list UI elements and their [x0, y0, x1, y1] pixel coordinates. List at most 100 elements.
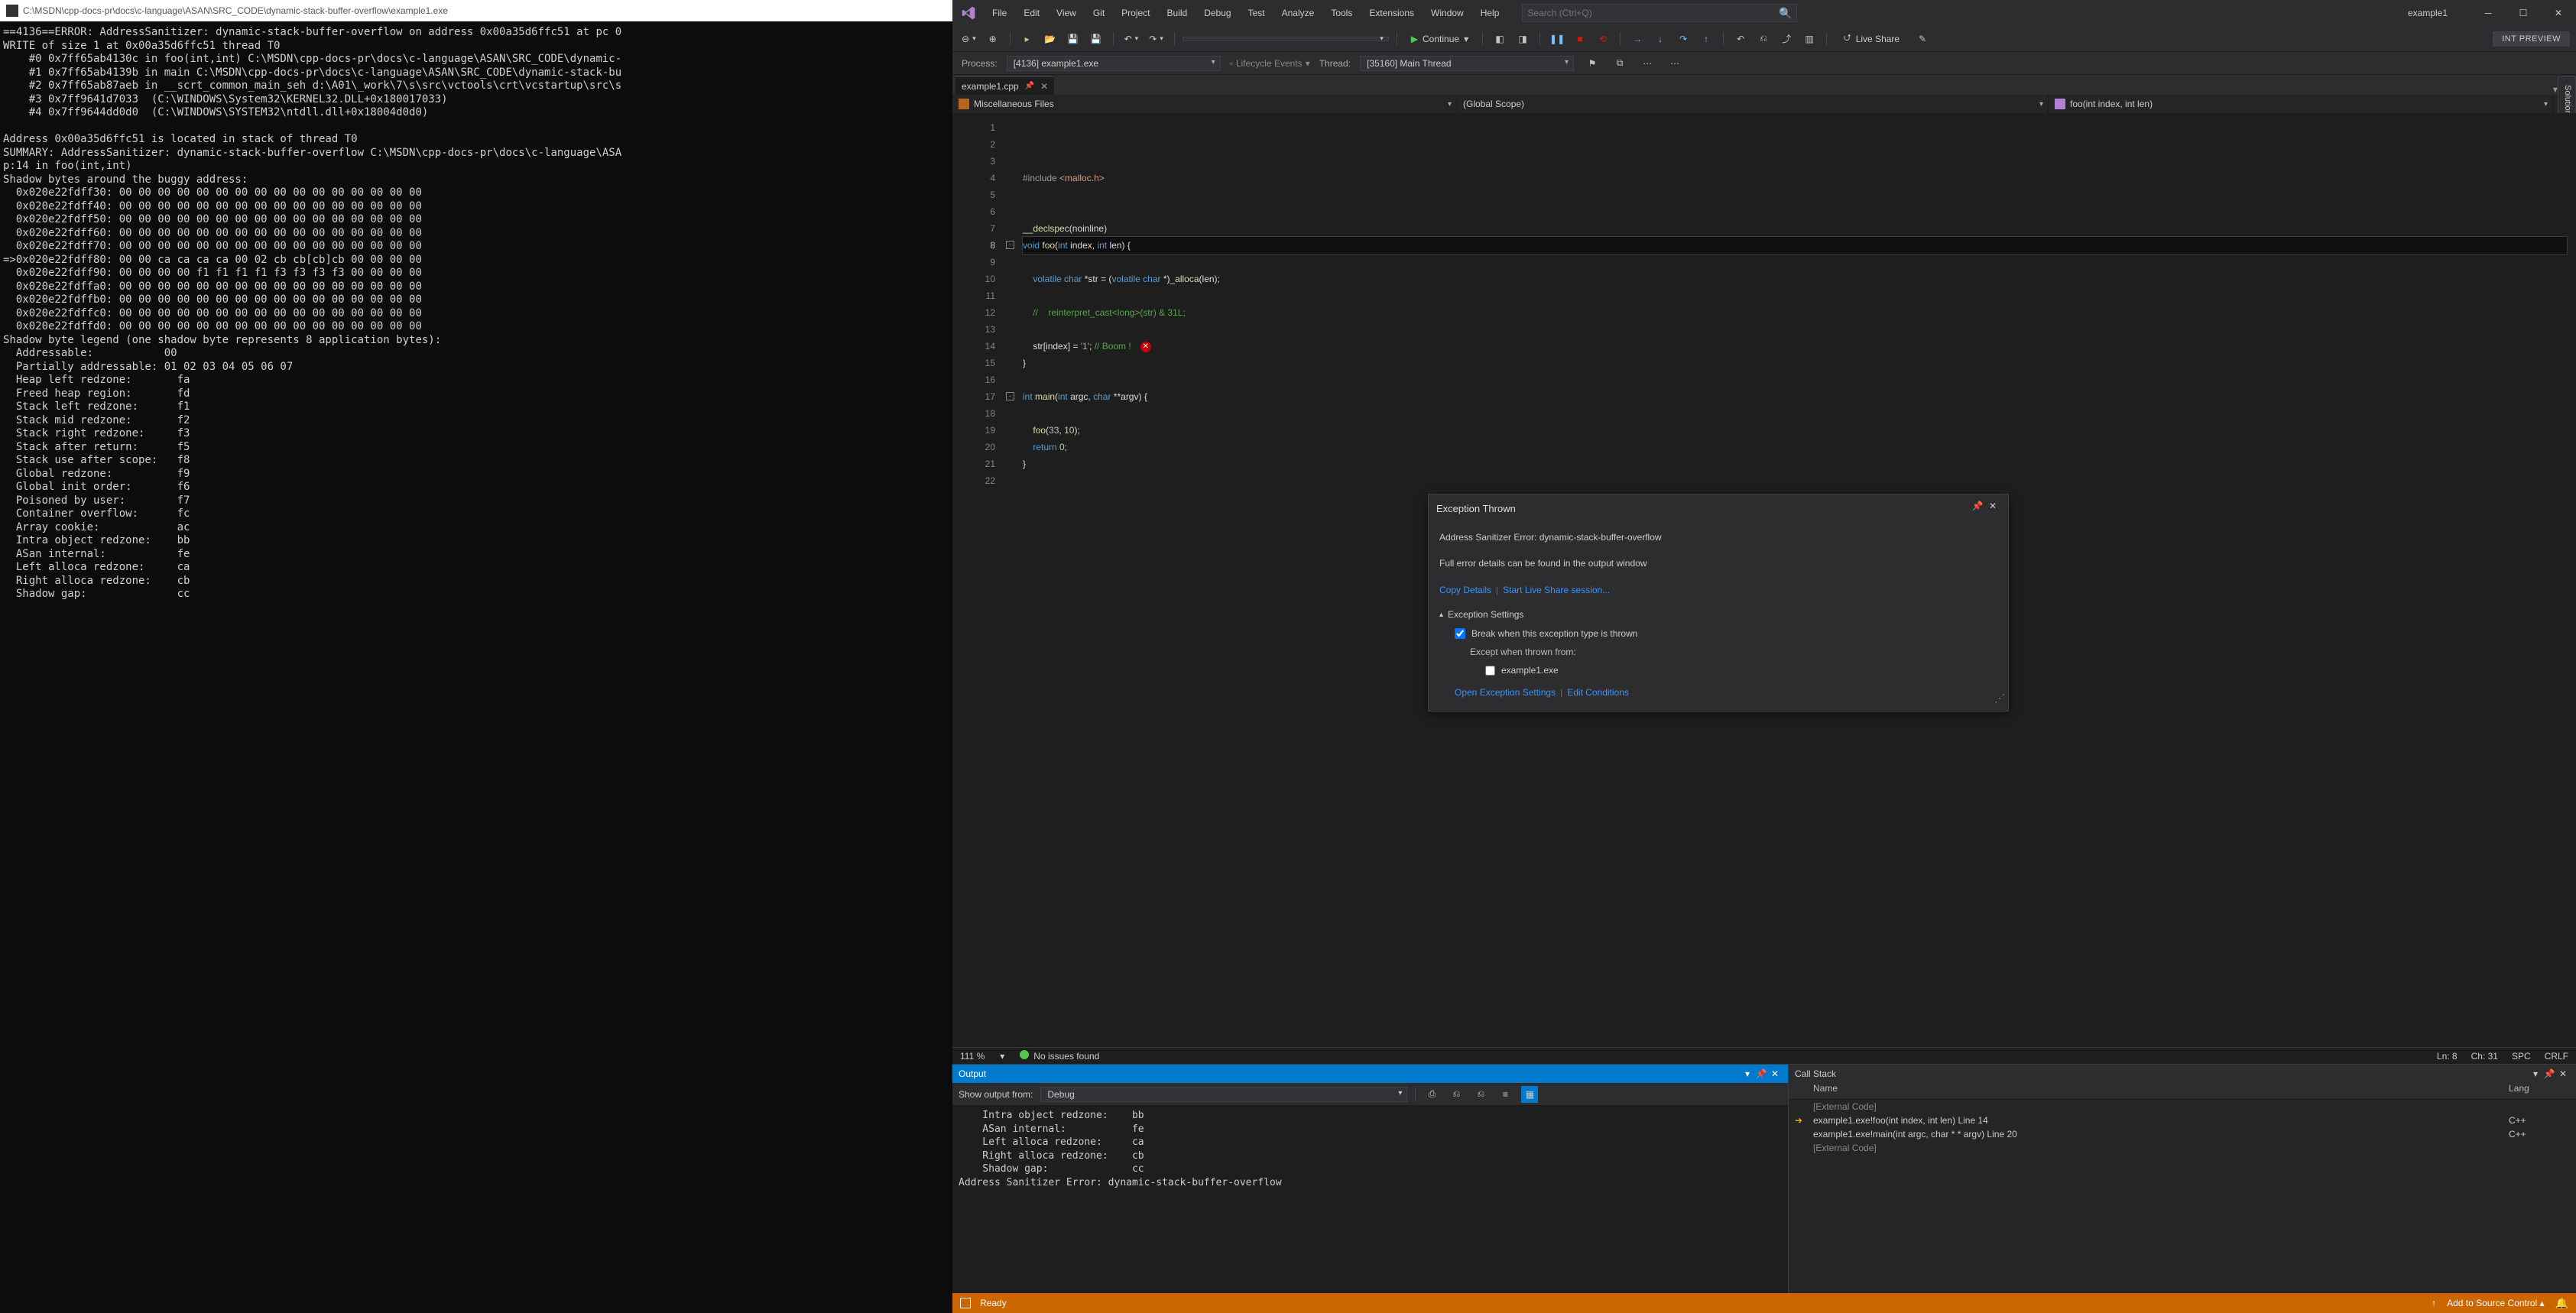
cs-col-name[interactable]: Name [1795, 1083, 2509, 1099]
console-title-bar[interactable]: C:\MSDN\cpp-docs-pr\docs\c-language\ASAN… [0, 0, 952, 21]
copy-details-link[interactable]: Copy Details [1439, 585, 1491, 595]
tb-icon-3[interactable]: ↶ [1731, 30, 1750, 48]
nav-forward-button[interactable]: ⊕ [984, 30, 1002, 48]
tb-icon-4[interactable]: ⎌ [1754, 30, 1773, 48]
maximize-button[interactable]: ☐ [2506, 1, 2541, 25]
menu-file[interactable]: File [985, 3, 1014, 23]
nav-scope-dropdown[interactable]: (Global Scope) [1457, 95, 2049, 113]
col-indicator[interactable]: Ch: 31 [2471, 1051, 2498, 1062]
output-dropdown-icon[interactable]: ▾ [1741, 1068, 1754, 1079]
process-dropdown[interactable]: [4136] example1.exe [1007, 56, 1221, 71]
menu-analyze[interactable]: Analyze [1274, 3, 1322, 23]
nav-back-dropdown[interactable]: ⊖▾ [959, 34, 979, 44]
pin-popup-icon[interactable]: 📌 [1970, 501, 1985, 516]
continue-button[interactable]: ▶ Continue ▾ [1405, 30, 1475, 48]
step-out-button[interactable]: ↑ [1697, 30, 1715, 48]
lifecycle-events-link[interactable]: ▫ Lifecycle Events ▾ [1230, 58, 1310, 69]
source-control-up-icon[interactable]: ↑ [2432, 1298, 2436, 1308]
menu-extensions[interactable]: Extensions [1361, 3, 1422, 23]
error-icon[interactable]: ✕ [1140, 342, 1151, 352]
undo-dropdown[interactable]: ↶▾ [1121, 34, 1142, 44]
output-body[interactable]: Intra object redzone: bb ASan internal: … [952, 1106, 1788, 1293]
output-header[interactable]: Output ▾ 📌 ✕ [952, 1065, 1788, 1083]
line-indicator[interactable]: Ln: 8 [2437, 1051, 2458, 1062]
redo-dropdown[interactable]: ↷▾ [1146, 34, 1166, 44]
menu-git[interactable]: Git [1085, 3, 1112, 23]
indent-indicator[interactable]: SPC [2512, 1051, 2531, 1062]
output-pin-icon[interactable]: 📌 [1754, 1068, 1768, 1079]
menu-window[interactable]: Window [1423, 3, 1471, 23]
stack-frame-button[interactable]: ⧉ [1611, 54, 1629, 73]
call-stack-row[interactable]: ➜example1.exe!foo(int index, int len) Li… [1789, 1114, 2576, 1127]
cs-close-icon[interactable]: ✕ [2556, 1068, 2570, 1079]
add-source-control-link[interactable]: Add to Source Control ▴ [2447, 1298, 2544, 1308]
flag-button[interactable]: ⚑ [1583, 54, 1601, 73]
menu-tools[interactable]: Tools [1323, 3, 1360, 23]
tb-icon-5[interactable]: ⤴ [1777, 30, 1796, 48]
thread-dropdown[interactable]: [35160] Main Thread [1360, 56, 1574, 71]
new-project-button[interactable]: ▸ [1018, 30, 1037, 48]
config-dropdown[interactable]: ▾ [1183, 37, 1389, 41]
out-icon-4[interactable]: ≡ [1497, 1086, 1513, 1103]
cs-pin-icon[interactable]: 📌 [2542, 1068, 2556, 1079]
feedback-button[interactable]: ✎ [1913, 30, 1932, 48]
fold-box-17[interactable]: - [1006, 392, 1014, 400]
call-stack-row[interactable]: example1.exe!main(int argc, char * * arg… [1789, 1127, 2576, 1141]
call-stack-header[interactable]: Call Stack ▾ 📌 ✕ [1789, 1065, 2576, 1083]
out-icon-3[interactable]: ⎌ [1472, 1086, 1489, 1103]
stop-button[interactable]: ■ [1571, 30, 1589, 48]
step-next-button[interactable]: → [1628, 30, 1646, 48]
edit-conditions-link[interactable]: Edit Conditions [1567, 687, 1629, 698]
menu-edit[interactable]: Edit [1016, 3, 1047, 23]
tb2-icon-2[interactable]: ⋯ [1666, 54, 1684, 73]
save-all-button[interactable]: 💾 [1087, 30, 1105, 48]
call-stack-body[interactable]: [External Code]➜example1.exe!foo(int ind… [1789, 1100, 2576, 1293]
cs-col-lang[interactable]: Lang [2509, 1083, 2570, 1099]
exception-popup-header[interactable]: Exception Thrown 📌 ✕ [1429, 494, 2008, 522]
zoom-level[interactable]: 111 % [960, 1051, 985, 1062]
menu-test[interactable]: Test [1241, 3, 1273, 23]
open-file-button[interactable]: 📂 [1041, 30, 1059, 48]
live-share-button[interactable]: ⮍ Live Share [1835, 31, 1909, 47]
notifications-icon[interactable]: 🔔 [2555, 1297, 2568, 1310]
nav-project-dropdown[interactable]: Miscellaneous Files [952, 95, 1457, 113]
search-box[interactable]: 🔍 [1522, 4, 1797, 22]
out-icon-5[interactable]: ▦ [1521, 1086, 1538, 1103]
open-exception-settings-link[interactable]: Open Exception Settings [1455, 687, 1556, 698]
issues-label[interactable]: No issues found [1033, 1051, 1099, 1062]
doc-tab-example1[interactable]: example1.cpp 📌 ✕ [955, 76, 1054, 95]
save-button[interactable]: 💾 [1064, 30, 1082, 48]
close-button[interactable]: ✕ [2541, 1, 2576, 25]
fold-box-8[interactable]: - [1006, 241, 1014, 249]
out-icon-2[interactable]: ⎌ [1448, 1086, 1465, 1103]
restart-button[interactable]: ⟲ [1594, 30, 1612, 48]
call-stack-row[interactable]: [External Code] [1789, 1100, 2576, 1114]
close-tab-icon[interactable]: ✕ [1040, 81, 1048, 92]
minimize-button[interactable]: ─ [2471, 1, 2506, 25]
cs-dropdown-icon[interactable]: ▾ [2529, 1068, 2542, 1079]
tb2-icon-1[interactable]: ⋯ [1638, 54, 1656, 73]
tb-icon-2[interactable]: ◨ [1513, 30, 1532, 48]
resize-grip-icon[interactable]: ⋰ [1994, 689, 2005, 708]
start-live-share-link[interactable]: Start Live Share session... [1503, 585, 1610, 595]
step-into-button[interactable]: ↓ [1651, 30, 1669, 48]
menu-build[interactable]: Build [1160, 3, 1196, 23]
tb-icon-1[interactable]: ◧ [1491, 30, 1509, 48]
search-input[interactable] [1527, 8, 1779, 18]
call-stack-row[interactable]: [External Code] [1789, 1141, 2576, 1155]
step-over-button[interactable]: ↷ [1674, 30, 1692, 48]
menu-help[interactable]: Help [1473, 3, 1507, 23]
nav-function-dropdown[interactable]: foo(int index, int len) [2049, 95, 2553, 113]
code-editor[interactable]: 12345678910111213141516171819202122 - - … [952, 113, 2576, 1047]
break-all-button[interactable]: ❚❚ [1548, 30, 1566, 48]
out-icon-1[interactable]: ⎙ [1423, 1086, 1440, 1103]
menu-view[interactable]: View [1049, 3, 1084, 23]
output-close-icon[interactable]: ✕ [1768, 1068, 1782, 1079]
menu-debug[interactable]: Debug [1196, 3, 1238, 23]
eol-indicator[interactable]: CRLF [2545, 1051, 2568, 1062]
exception-settings-header[interactable]: ▴Exception Settings [1439, 607, 1997, 622]
pin-icon[interactable]: 📌 [1025, 82, 1034, 90]
menu-project[interactable]: Project [1114, 3, 1157, 23]
tb-icon-6[interactable]: ▥ [1800, 30, 1818, 48]
output-source-dropdown[interactable]: Debug [1040, 1087, 1407, 1102]
